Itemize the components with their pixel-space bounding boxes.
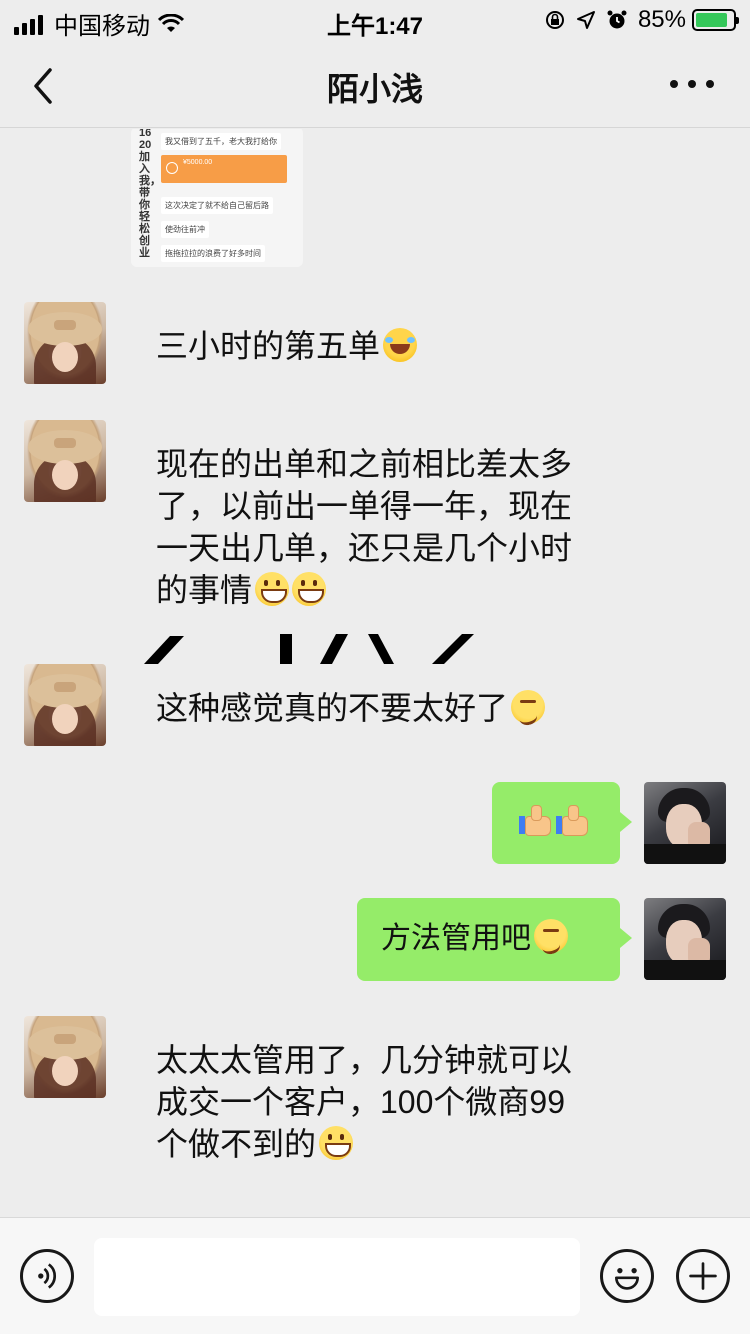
- more-actions-plus-icon[interactable]: [676, 1249, 730, 1303]
- my-avatar[interactable]: [644, 898, 726, 980]
- render-artifact: [144, 634, 474, 664]
- battery-icon: [692, 9, 739, 31]
- grin-icon: [292, 572, 327, 606]
- my-avatar[interactable]: [644, 782, 726, 864]
- location-icon: [576, 11, 595, 29]
- more-options-icon[interactable]: [670, 76, 714, 92]
- thinking-icon: [534, 919, 568, 953]
- message-received[interactable]: 现在的出单和之前相比差太多 了，以前出一单得一年，现在 一天出几单，还只是几个小…: [156, 443, 572, 611]
- message-text: 三小时的第五单: [156, 328, 381, 364]
- input-bar: [0, 1217, 750, 1334]
- image-text-line: 拖拖拉拉的浪费了好多时间: [161, 245, 265, 262]
- message-received[interactable]: 这种感觉真的不要太好了: [156, 687, 546, 729]
- message-line: 了，以前出一单得一年，现在: [156, 488, 573, 524]
- message-sent[interactable]: 方法管用吧: [357, 898, 632, 981]
- image-side-text: 1620加入我，带你轻松创业: [139, 129, 161, 259]
- message-input[interactable]: [94, 1238, 580, 1316]
- emoji-picker-icon[interactable]: [600, 1249, 654, 1303]
- message-line: 一天出几单，还只是几个小时: [156, 530, 573, 566]
- status-right: 85%: [544, 6, 739, 34]
- contact-avatar[interactable]: [24, 664, 106, 746]
- message-text: 方法管用吧: [381, 922, 531, 955]
- message-line: 的事情: [156, 572, 253, 608]
- grin-icon: [255, 572, 290, 606]
- message-line: 成交一个客户，100个微商99: [156, 1084, 565, 1120]
- message-line: 现在的出单和之前相比差太多: [156, 446, 573, 482]
- image-text-line: 我又借到了五千，老大我打给你: [161, 133, 281, 150]
- chat-title: 陌小浅: [326, 71, 423, 107]
- thumbs-up-icon: [519, 803, 553, 837]
- message-received[interactable]: 太太太管用了，几分钟就可以 成交一个客户，100个微商99 个做不到的: [156, 1039, 572, 1165]
- image-message[interactable]: 1620加入我，带你轻松创业 我又借到了五千，老大我打给你 ¥5000.00 这…: [131, 129, 303, 267]
- contact-avatar[interactable]: [24, 1016, 106, 1098]
- laugh-cry-icon: [383, 328, 418, 362]
- status-bar: 中国移动 上午1:47 85%: [0, 0, 750, 42]
- message-line: 个做不到的: [156, 1126, 317, 1162]
- rmb-icon: [166, 162, 178, 174]
- message-text: 这种感觉真的不要太好了: [156, 690, 509, 726]
- image-text-line: 这次决定了就不给自己留后路: [161, 197, 273, 214]
- thumbs-up-icon: [556, 803, 590, 837]
- alarm-icon: [607, 10, 627, 29]
- message-sent[interactable]: [492, 782, 632, 864]
- battery-percent: 85%: [637, 6, 686, 33]
- contact-avatar[interactable]: [24, 302, 106, 384]
- transfer-card: ¥5000.00: [161, 155, 287, 183]
- voice-input-icon[interactable]: [20, 1249, 74, 1303]
- contact-avatar[interactable]: [24, 420, 106, 502]
- nav-bar: 陌小浅: [0, 42, 750, 128]
- transfer-amount: ¥5000.00: [183, 159, 213, 166]
- chat-message-list[interactable]: 1620加入我，带你轻松创业 我又借到了五千，老大我打给你 ¥5000.00 这…: [0, 129, 750, 1217]
- message-received[interactable]: 三小时的第五单: [156, 325, 418, 367]
- rotation-lock-icon: [545, 11, 564, 29]
- thinking-icon: [511, 690, 546, 724]
- grin-icon: [319, 1126, 354, 1160]
- message-line: 太太太管用了，几分钟就可以: [156, 1042, 573, 1078]
- image-text-line: 使劲往前冲: [161, 221, 209, 238]
